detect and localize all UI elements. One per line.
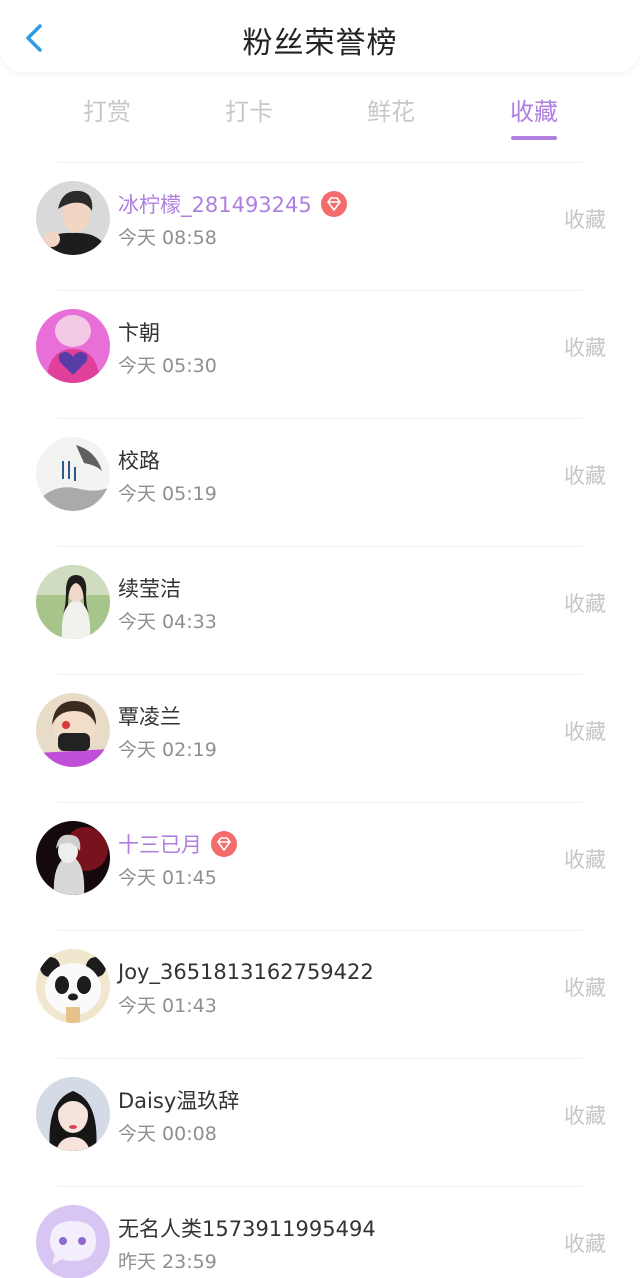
list-item[interactable]: 冰柠檬_281493245 今天 08:58 收藏 — [0, 162, 640, 290]
time-label: 今天 01:45 — [118, 867, 217, 889]
favorite-label: 收藏 — [564, 720, 606, 744]
diamond-badge — [320, 191, 347, 217]
favorite-label: 收藏 — [564, 592, 606, 616]
time-label: 今天 01:43 — [118, 995, 217, 1017]
tab-bar: 打赏 打卡 鲜花 收藏 — [0, 72, 640, 162]
avatar-cartoon-heart-shirt — [36, 309, 110, 383]
time-label: 今天 00:08 — [118, 1123, 217, 1145]
avatar[interactable] — [36, 181, 110, 255]
favorite-label: 收藏 — [564, 976, 606, 1000]
user-name[interactable]: 卞朝 — [118, 317, 160, 347]
name-line: 冰柠檬_281493245 — [118, 189, 347, 219]
avatar-woman-portrait — [36, 1077, 110, 1151]
avatar-dark-anime — [36, 821, 110, 895]
list-item[interactable]: 十三已月 今天 01:45 收藏 — [0, 802, 640, 930]
avatar-masked-person — [36, 693, 110, 767]
diamond-icon — [326, 197, 341, 211]
avatar-woman-outdoor — [36, 565, 110, 639]
avatar[interactable] — [36, 1077, 110, 1151]
time-label: 昨天 23:59 — [118, 1251, 217, 1273]
user-name[interactable]: 十三已月 — [118, 829, 202, 859]
divider — [58, 1186, 582, 1187]
time-label: 今天 05:19 — [118, 483, 217, 505]
name-line: 校路 — [118, 445, 160, 475]
divider — [58, 802, 582, 803]
divider — [58, 930, 582, 931]
favorite-label: 收藏 — [564, 464, 606, 488]
favorite-label: 收藏 — [564, 1104, 606, 1128]
user-name[interactable]: 覃凌兰 — [118, 701, 181, 731]
divider — [58, 674, 582, 675]
avatar[interactable] — [36, 309, 110, 383]
name-line: 续莹洁 — [118, 573, 181, 603]
diamond-icon — [217, 837, 231, 851]
user-name[interactable]: Daisy温玖辞 — [118, 1085, 239, 1115]
tab-checkin[interactable]: 打卡 — [204, 92, 294, 127]
tab-flowers[interactable]: 鲜花 — [346, 92, 436, 127]
divider — [58, 418, 582, 419]
avatar[interactable] — [36, 565, 110, 639]
divider — [58, 546, 582, 547]
fan-list: 冰柠檬_281493245 今天 08:58 收藏 卞朝 今天 05:30 收藏 — [0, 162, 640, 1278]
avatar-ink-painting — [36, 437, 110, 511]
time-label: 今天 05:30 — [118, 355, 217, 377]
divider — [58, 162, 582, 163]
list-item[interactable]: 卞朝 今天 05:30 收藏 — [0, 290, 640, 418]
name-line: 覃凌兰 — [118, 701, 181, 731]
top-bar: 粉丝荣誉榜 — [0, 0, 640, 72]
list-item[interactable]: 无名人类1573911995494 昨天 23:59 收藏 — [0, 1186, 640, 1278]
name-line: 无名人类1573911995494 — [118, 1213, 376, 1243]
avatar-panda — [36, 949, 110, 1023]
avatar[interactable] — [36, 1205, 110, 1278]
time-label: 今天 04:33 — [118, 611, 217, 633]
diamond-badge — [211, 831, 237, 857]
avatar[interactable] — [36, 693, 110, 767]
favorite-label: 收藏 — [564, 848, 606, 872]
divider — [58, 290, 582, 291]
avatar[interactable] — [36, 949, 110, 1023]
favorite-label: 收藏 — [564, 1232, 606, 1256]
avatar[interactable] — [36, 821, 110, 895]
list-item[interactable]: 续莹洁 今天 04:33 收藏 — [0, 546, 640, 674]
avatar[interactable] — [36, 437, 110, 511]
user-name[interactable]: 校路 — [118, 445, 160, 475]
avatar-default-chat — [36, 1205, 110, 1278]
tab-favorites[interactable]: 收藏 — [489, 92, 579, 140]
list-item[interactable]: Joy_3651813162759422 今天 01:43 收藏 — [0, 930, 640, 1058]
tab-reward[interactable]: 打赏 — [62, 92, 152, 127]
name-line: Daisy温玖辞 — [118, 1085, 239, 1115]
favorite-label: 收藏 — [564, 336, 606, 360]
page-title: 粉丝荣誉榜 — [242, 26, 398, 61]
list-item[interactable]: Daisy温玖辞 今天 00:08 收藏 — [0, 1058, 640, 1186]
list-item[interactable]: 校路 今天 05:19 收藏 — [0, 418, 640, 546]
user-name[interactable]: 冰柠檬_281493245 — [118, 189, 312, 219]
divider — [58, 1058, 582, 1059]
name-line: Joy_3651813162759422 — [118, 957, 374, 987]
time-label: 今天 02:19 — [118, 739, 217, 761]
avatar-young-man — [36, 181, 110, 255]
favorite-label: 收藏 — [564, 208, 606, 232]
user-name[interactable]: Joy_3651813162759422 — [118, 960, 374, 984]
active-tab-indicator — [511, 136, 557, 140]
name-line: 十三已月 — [118, 829, 237, 859]
tab-favorites-label: 收藏 — [510, 98, 558, 126]
time-label: 今天 08:58 — [118, 227, 217, 249]
user-name[interactable]: 无名人类1573911995494 — [118, 1213, 376, 1243]
list-item[interactable]: 覃凌兰 今天 02:19 收藏 — [0, 674, 640, 802]
user-name[interactable]: 续莹洁 — [118, 573, 181, 603]
name-line: 卞朝 — [118, 317, 160, 347]
